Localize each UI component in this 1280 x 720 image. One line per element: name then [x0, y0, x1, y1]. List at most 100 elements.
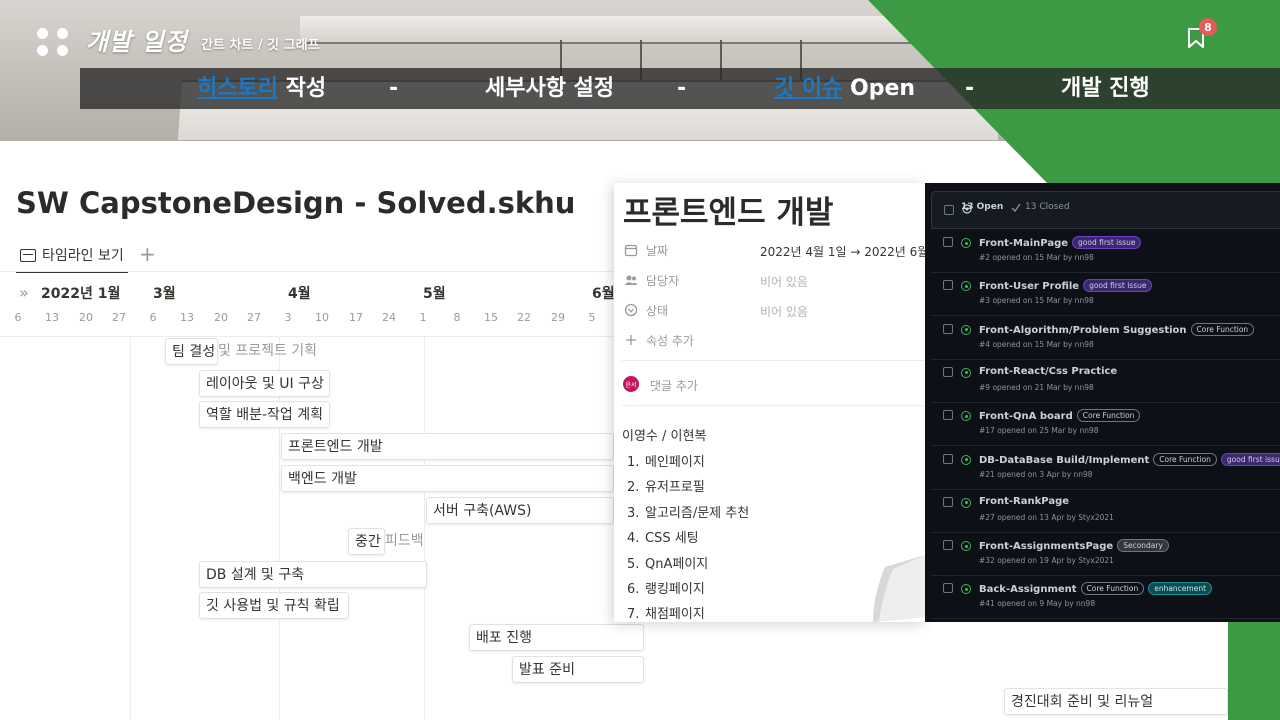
month-label: 5월 — [423, 286, 446, 302]
select-all-checkbox[interactable] — [944, 205, 954, 215]
issue-checkbox[interactable] — [943, 496, 953, 507]
issue-meta: #41 opened on 9 May by nn98 — [979, 599, 1096, 609]
issue-label[interactable]: Core Function — [1153, 452, 1217, 466]
issue-opened-icon — [961, 324, 971, 335]
property-date-value[interactable]: 2022년 4월 1일 → 2022년 6월 15일 — [760, 243, 925, 260]
day-tick-label: 6 — [149, 311, 157, 324]
issue-title[interactable]: Front-User Profile good first issue — [979, 279, 1153, 293]
open-filter[interactable]: 13 Open — [961, 202, 1003, 212]
timeline-bar[interactable]: 배포 진행 — [469, 624, 644, 651]
issue-opened-icon — [961, 541, 971, 552]
timeline-bar[interactable]: 깃 사용법 및 규칙 확립 — [199, 592, 349, 619]
issue-title[interactable]: Front-RankPage — [979, 496, 1069, 507]
issue-row[interactable]: Front-MainPage good first issue #2 opened … — [931, 229, 1280, 273]
issue-label[interactable]: Core Function — [1080, 582, 1145, 596]
issue-title[interactable]: Front-AssignmentsPage Secondary — [979, 539, 1169, 553]
people-icon — [624, 275, 638, 285]
issue-label[interactable]: Core Function — [1190, 322, 1255, 336]
issue-row[interactable]: Front-User Profile good first issue #3 ope… — [931, 272, 1280, 317]
issue-title[interactable]: Front-MainPage good first issue — [979, 236, 1142, 249]
day-tick-label: 15 — [484, 311, 498, 324]
issue-opened-icon — [961, 367, 971, 378]
issue-title[interactable]: Front-React/Css Practice — [979, 366, 1117, 377]
timeline-bar[interactable]: 서버 구축(AWS) — [426, 497, 614, 524]
issue-checkbox[interactable] — [943, 540, 953, 551]
issue-opened-icon — [961, 584, 971, 595]
day-tick-label: 24 — [382, 311, 396, 324]
step-separator: - — [677, 76, 687, 101]
tab-timeline-view[interactable]: 타임라인 보기 — [16, 239, 128, 273]
property-assignee: 담당자 — [624, 270, 679, 290]
add-view-button[interactable]: + — [139, 242, 156, 266]
issue-checkbox[interactable] — [943, 583, 953, 594]
issue-checkbox[interactable] — [943, 453, 953, 464]
step-history: 히스토리 작성 — [197, 76, 327, 101]
list-item: 4. CSS 세팅 — [627, 531, 699, 546]
timeline-bar[interactable]: 중간 — [348, 528, 385, 555]
issue-row[interactable]: Front-QnA board Core Function #17 opened o… — [931, 402, 1280, 447]
day-tick-label: 22 — [517, 311, 531, 324]
expand-icon[interactable]: » — [19, 283, 29, 302]
timeline-bar[interactable]: 팀 결성 — [165, 338, 218, 365]
add-property-button[interactable]: 속성 추가 — [624, 330, 694, 350]
day-tick-label: 10 — [315, 311, 329, 324]
step-separator: - — [965, 76, 975, 101]
issue-checkbox[interactable] — [943, 323, 953, 334]
issue-label[interactable]: good first issue — [1072, 236, 1142, 249]
day-tick-label: 27 — [247, 311, 261, 324]
issue-row[interactable]: Front-React/Css Practice #9 opened on 21 … — [931, 359, 1280, 403]
issue-checkbox[interactable] — [943, 237, 953, 247]
issue-row[interactable]: Front-RankPage #27 opened on 13 Apr by St… — [931, 489, 1280, 533]
issue-label[interactable]: Core Function — [1076, 409, 1141, 423]
timeline-view-icon — [20, 248, 36, 262]
issue-label[interactable]: good first issue — [1220, 452, 1280, 466]
issue-title[interactable]: Back-Assignment Core Function enhancement — [979, 582, 1213, 596]
issue-row[interactable]: DB-DataBase Build/Implement Core Function… — [931, 446, 1280, 490]
check-icon — [1011, 203, 1021, 212]
timeline-bar[interactable]: 백엔드 개발 — [281, 465, 614, 492]
slide-subtitle: 간트 차트 / 깃 그래프 — [201, 38, 320, 53]
closed-filter[interactable]: 13 Closed — [1025, 202, 1070, 212]
day-tick-label: 20 — [214, 311, 228, 324]
timeline-bar[interactable]: DB 설계 및 구축 — [199, 561, 427, 588]
issue-opened-icon — [961, 411, 971, 422]
day-tick-label: 29 — [551, 311, 565, 324]
timeline-bar[interactable]: 역할 배분-작업 계획 — [199, 401, 330, 428]
issue-meta: #9 opened on 21 Mar by nn98 — [979, 382, 1094, 392]
step-separator: - — [389, 76, 399, 101]
status-icon — [624, 303, 638, 317]
issue-label[interactable]: enhancement — [1148, 582, 1213, 596]
timeline-bar[interactable]: 프론트엔드 개발 — [281, 433, 614, 460]
timeline-bar-overflow: 피드백 — [385, 533, 424, 549]
list-item: 7. 채점페이지 — [627, 607, 705, 622]
timeline-bar[interactable]: 경진대회 준비 및 리뉴얼 — [1004, 688, 1228, 715]
timeline-bar[interactable]: 발표 준비 — [512, 656, 644, 683]
issue-label[interactable]: good first issue — [1083, 279, 1153, 293]
day-tick-label: 5 — [588, 311, 596, 324]
github-issues-panel: 13 Open 13 Closed Front-MainPage good fir… — [925, 183, 1280, 622]
issue-meta: #2 opened on 15 Mar by nn98 — [979, 253, 1094, 262]
issue-label[interactable]: Secondary — [1117, 539, 1169, 553]
tab-label: 타임라인 보기 — [42, 248, 124, 264]
issue-title[interactable]: DB-DataBase Build/Implement Core Function… — [979, 452, 1280, 466]
menu-dots-icon[interactable] — [37, 28, 71, 56]
issue-checkbox[interactable] — [943, 410, 953, 421]
issue-checkbox[interactable] — [943, 280, 953, 291]
issue-row[interactable]: Back-Assignment Core Function enhancement #… — [931, 575, 1280, 620]
step-git-issue: 깃 이슈 Open — [774, 76, 916, 101]
issue-meta: #32 opened on 19 Apr by Styx2021 — [979, 556, 1114, 566]
issue-row[interactable]: Front-Algorithm/Problem Suggestion Core F… — [931, 316, 1280, 360]
property-assignee-value[interactable]: 비어 있음 — [760, 273, 808, 290]
issue-meta: #27 opened on 13 Apr by Styx2021 — [979, 512, 1114, 522]
issue-title[interactable]: Front-Algorithm/Problem Suggestion Core F… — [979, 322, 1255, 336]
issue-title[interactable]: Front-QnA board Core Function — [979, 409, 1141, 423]
property-status: 상태 — [624, 300, 668, 320]
add-comment-input[interactable]: 댓글 추가 — [650, 377, 698, 394]
issue-meta: #3 opened on 15 Mar by nn98 — [979, 296, 1094, 306]
issue-row[interactable]: Front-AssignmentsPage Secondary #32 opened… — [931, 532, 1280, 577]
biplane-upper-wing — [300, 16, 920, 44]
day-tick-label: 3 — [284, 311, 292, 324]
property-status-value[interactable]: 비어 있음 — [760, 303, 808, 320]
timeline-bar[interactable]: 레이아웃 및 UI 구상 — [199, 370, 330, 397]
issue-checkbox[interactable] — [943, 366, 953, 377]
